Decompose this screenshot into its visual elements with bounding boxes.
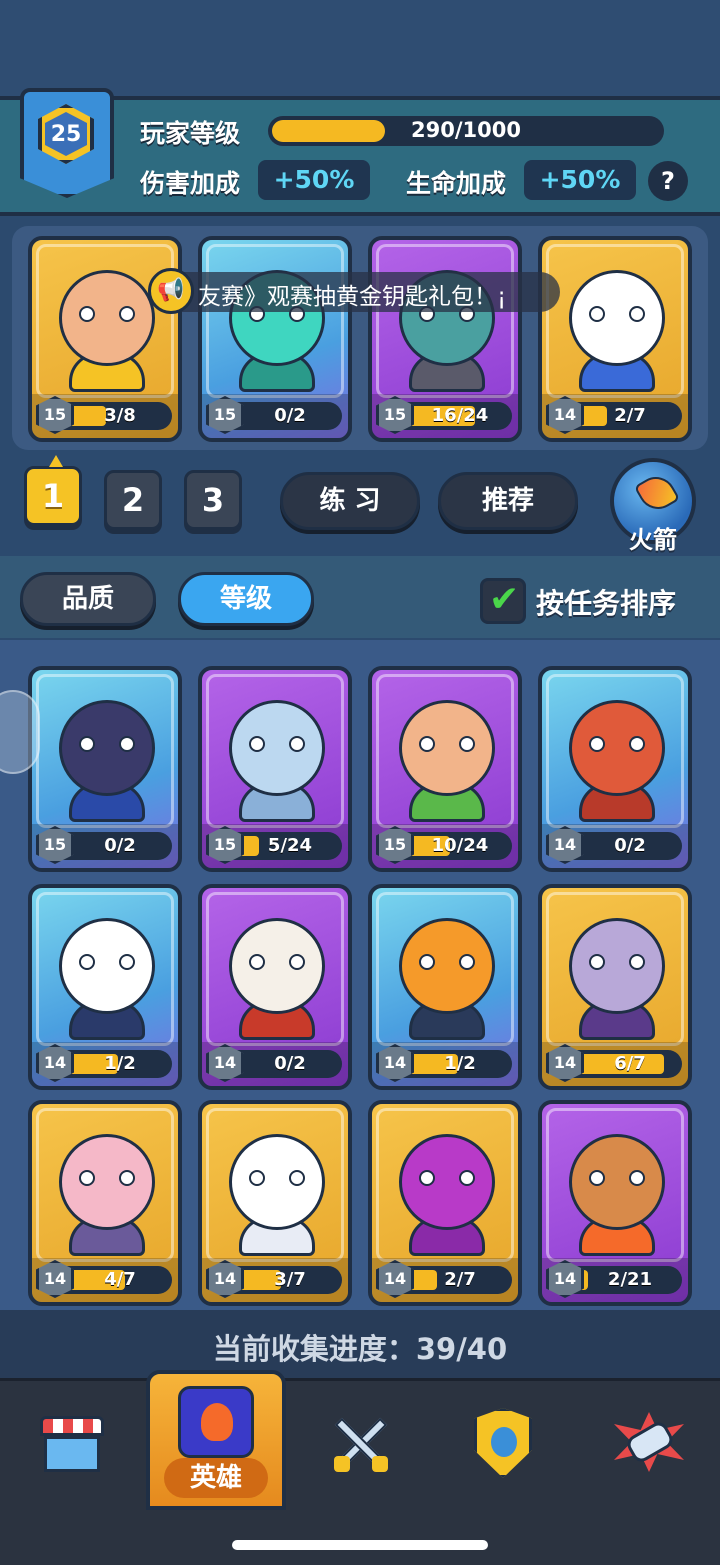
sort-by-task-label: 按任务排序 [536, 587, 677, 620]
health-bonus-value: +50% [524, 160, 636, 200]
card-progress-text: 10/24 [431, 835, 489, 856]
shop-icon [40, 1416, 104, 1472]
card-progress-text: 1/2 [444, 1053, 476, 1074]
hero-card-maid[interactable]: 6/7 14 [538, 884, 692, 1090]
card-progress-text: 3/8 [104, 405, 136, 426]
hero-eyes [419, 736, 475, 752]
card-progress-text: 3/7 [274, 1269, 306, 1290]
floating-side-button[interactable] [0, 690, 40, 774]
hero-card-dragon[interactable]: 0/2 14 [538, 666, 692, 872]
flame-icon [201, 1403, 233, 1441]
hero-eyes [419, 1170, 475, 1186]
hero-eyes [79, 306, 135, 322]
hero-card-dryad[interactable]: 10/24 15 [368, 666, 522, 872]
megaphone-icon: 📢 [148, 268, 194, 314]
hero-card-knight[interactable]: 3/8 15 [28, 236, 182, 442]
card-progress-text: 16/24 [431, 405, 489, 426]
help-button[interactable]: ? [648, 161, 688, 201]
sort-quality-button[interactable]: 品质 [20, 572, 156, 626]
damage-bonus-label: 伤害加成 [140, 169, 241, 198]
damage-bonus-value: +50% [258, 160, 370, 200]
home-indicator [232, 1540, 488, 1550]
hero-card-panda[interactable]: 1/2 14 [28, 884, 182, 1090]
hero-card-fire-spirit[interactable]: 2/21 14 [538, 1100, 692, 1306]
nav-event[interactable] [590, 1390, 710, 1500]
hero-card-cloud[interactable]: 3/7 14 [198, 1100, 352, 1306]
hero-card-pumpkin[interactable]: 1/2 14 [368, 884, 522, 1090]
player-level-label: 玩家等级 [140, 119, 241, 148]
hero-card-monkey-king[interactable]: 0/2 14 [198, 884, 352, 1090]
hero-card-yeti[interactable]: 5/24 15 [198, 666, 352, 872]
announcement-text: 友赛》观赛抽黄金钥匙礼包！¡ [198, 284, 507, 310]
crossed-swords-icon [330, 1412, 390, 1472]
card-progress-text: 5/24 [267, 835, 313, 856]
sort-level-button[interactable]: 等级 [178, 572, 314, 626]
card-progress-text: 0/2 [274, 1053, 306, 1074]
hero-eyes [79, 1170, 135, 1186]
punch-fist-icon [614, 1412, 684, 1472]
hero-eyes [249, 736, 305, 752]
nav-shop[interactable] [12, 1390, 132, 1500]
card-progress-text: 2/7 [614, 405, 646, 426]
status-bar-area [0, 0, 720, 100]
hero-eyes [589, 954, 645, 970]
player-level: 25 [45, 112, 87, 156]
hero-card-orc[interactable]: 16/24 15 [368, 236, 522, 442]
health-bonus-label: 生命加成 [406, 169, 507, 198]
card-progress-text: 0/2 [274, 405, 306, 426]
hero-eyes [589, 736, 645, 752]
hero-eyes [79, 736, 135, 752]
hero-card-anubis[interactable]: 0/2 15 [28, 666, 182, 872]
card-progress-text: 2/21 [607, 1269, 653, 1290]
clan-shield-icon [474, 1408, 532, 1478]
card-progress-text: 4/7 [104, 1269, 136, 1290]
hero-card-cat-priest[interactable]: 2/7 14 [538, 236, 692, 442]
rocket-label: 火箭 [629, 526, 677, 554]
card-progress-text: 0/2 [104, 835, 136, 856]
card-progress-text: 6/7 [614, 1053, 646, 1074]
hero-card-fox-girl[interactable]: 4/7 14 [28, 1100, 182, 1306]
practice-button[interactable]: 练 习 [280, 472, 420, 530]
nav-battle[interactable] [300, 1390, 420, 1500]
hero-card-ghost-knight[interactable]: 0/2 15 [198, 236, 352, 442]
card-progress-text: 0/2 [614, 835, 646, 856]
hero-eyes [249, 1170, 305, 1186]
card-progress-text: 1/2 [104, 1053, 136, 1074]
hero-card-spider[interactable]: 2/7 14 [368, 1100, 522, 1306]
collection-progress-text: 当前收集进度：39/40 [212, 1332, 508, 1366]
hero-eyes [589, 306, 645, 322]
nav-heroes-label: 英雄 [164, 1458, 268, 1498]
hero-eyes [79, 954, 135, 970]
deck-tab-3[interactable]: 3 [184, 470, 242, 530]
rocket-icon [633, 469, 681, 517]
hero-eyes [249, 954, 305, 970]
sort-by-task-checkbox[interactable]: ✔ [480, 578, 526, 624]
hero-cards-icon [178, 1386, 254, 1458]
xp-text: 290/1000 [411, 118, 521, 142]
xp-progress-bar: 290/1000 [268, 116, 664, 146]
checkmark-icon: ✔ [489, 579, 520, 620]
recommend-button[interactable]: 推荐 [438, 472, 578, 530]
deck-tab-2[interactable]: 2 [104, 470, 162, 530]
deck-tab-1[interactable]: 1 [24, 466, 82, 526]
card-progress-text: 2/7 [444, 1269, 476, 1290]
nav-clan[interactable] [444, 1390, 564, 1500]
hero-eyes [589, 1170, 645, 1186]
hero-eyes [419, 954, 475, 970]
announcement-marquee[interactable]: 友赛》观赛抽黄金钥匙礼包！¡ [160, 272, 560, 312]
